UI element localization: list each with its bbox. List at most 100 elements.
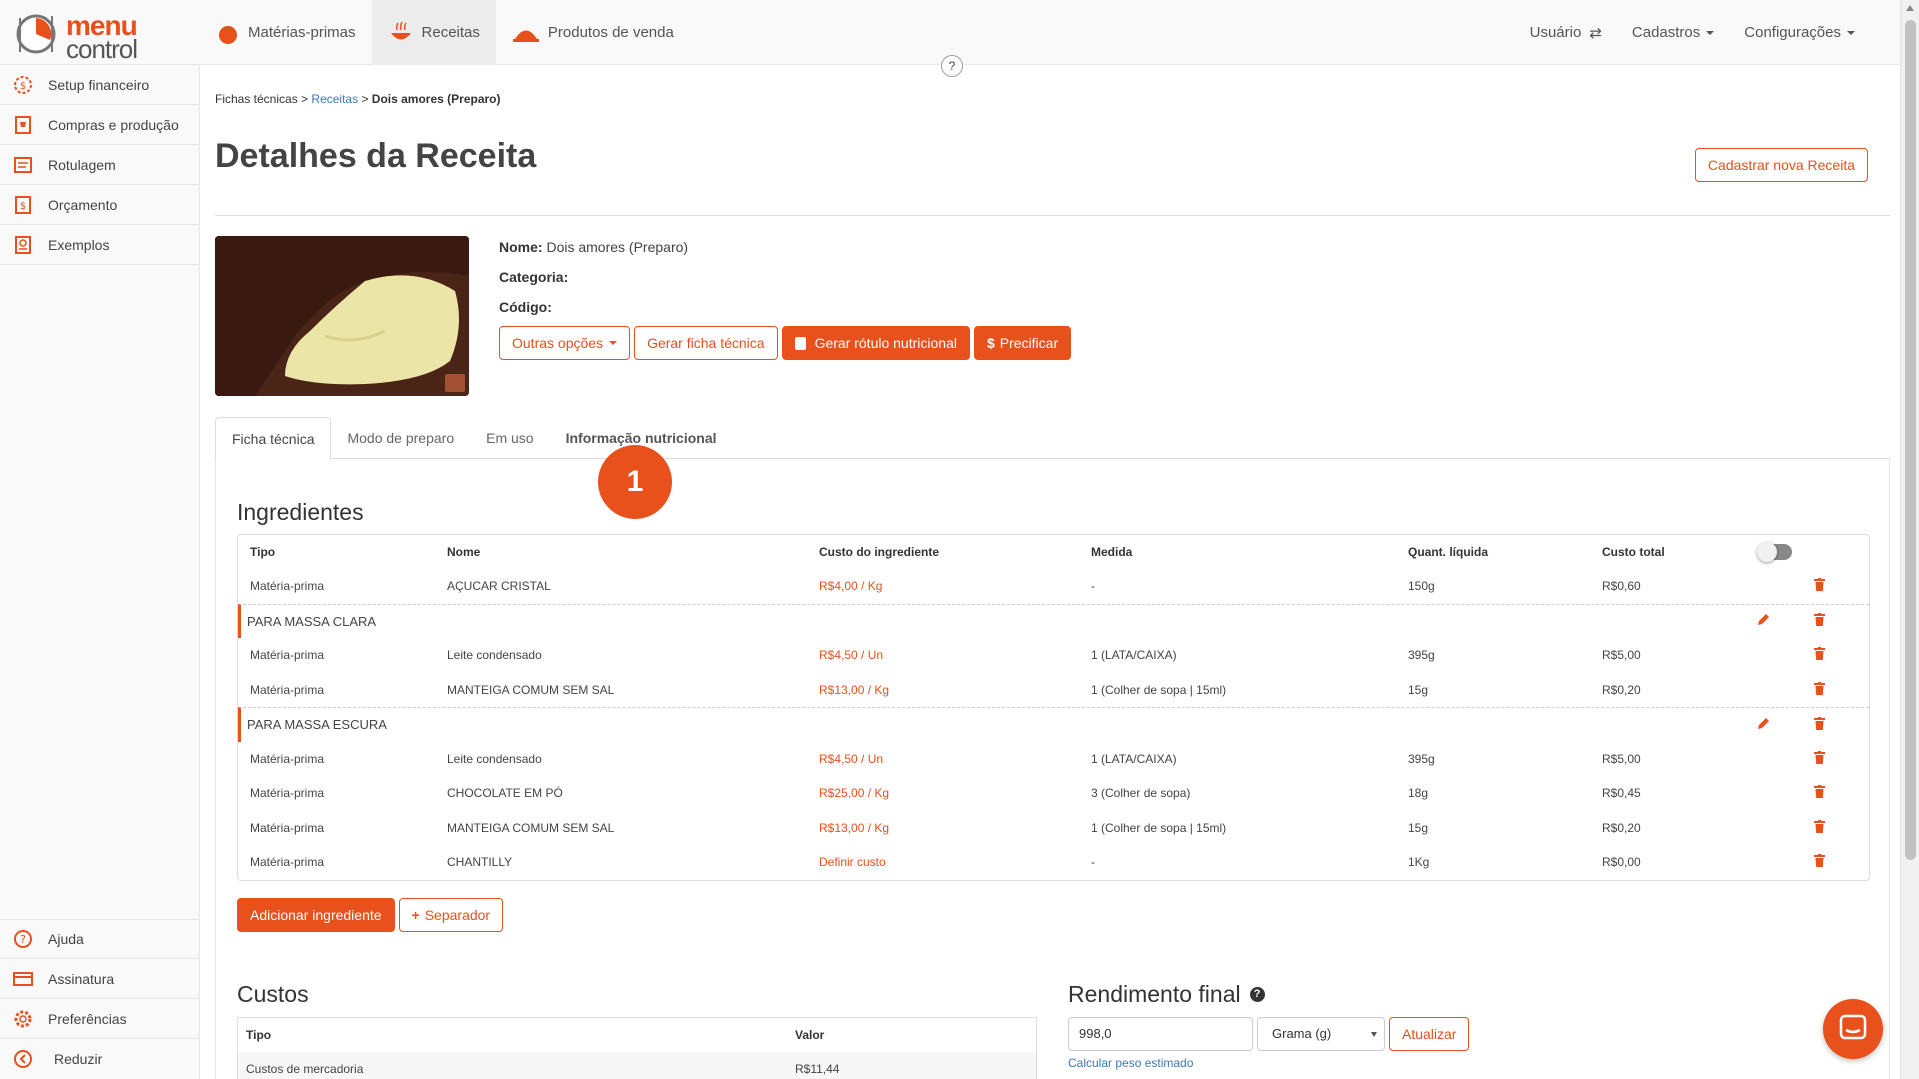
delete-ingredient-button[interactable] [1814,681,1825,698]
table-header: Tipo Nome Custo do ingrediente Medida Qu… [238,535,1869,569]
nav-produtos-de-venda[interactable]: Produtos de venda [496,0,690,65]
nav-materias-primas[interactable]: Matérias-primas [200,0,372,65]
breadcrumb: Fichas técnicas > Receitas > Dois amores… [215,92,501,106]
sidebar-item-rotulagem[interactable]: Rotulagem [0,145,199,185]
scroll-up-icon [1906,5,1914,11]
chat-button[interactable] [1823,999,1883,1059]
select-caret-icon [1371,1032,1377,1037]
sidebar-item-reduzir[interactable]: Reduzir [0,1039,200,1079]
trash-icon [1814,716,1825,730]
refresh-icon: ⇄ [1589,24,1602,42]
book-icon [15,235,31,254]
table-row: Matéria-prima CHANTILLY Definir custo -1Kg R… [238,845,1869,880]
delete-separator-button[interactable] [1814,716,1825,733]
pot-icon [390,21,411,39]
tab-modo-de-preparo[interactable]: Modo de preparo [331,417,470,459]
ingredient-cost-link[interactable]: R$4,50 / Un [819,752,883,766]
table-row: Matéria-prima AÇUCAR CRISTAL R$4,00 / Kg -1… [238,569,1869,604]
view-toggle[interactable] [1757,542,1792,562]
sidebar: $ Setup financeiro Compras e produção Ro… [0,65,200,1079]
divider [215,215,1890,216]
yield-unit-select[interactable]: Grama (g) [1257,1017,1385,1051]
trash-icon [1814,785,1825,799]
ingredient-cost-link[interactable]: R$25,00 / Kg [819,786,889,800]
help-icon[interactable]: ? [1249,987,1265,1002]
cadastros-menu[interactable]: Cadastros [1617,24,1729,41]
caret-down-icon [1847,30,1855,35]
new-recipe-button[interactable]: Cadastrar nova Receita [1694,148,1868,182]
ingredient-add-actions: Adicionar ingrediente + Separador [237,898,504,932]
caret-down-icon [1706,30,1715,35]
scroll-thumb[interactable] [1905,20,1916,860]
trash-icon [1814,854,1825,868]
sidebar-item-ajuda[interactable]: ? Ajuda [0,919,200,959]
delete-ingredient-button[interactable] [1814,854,1825,870]
ingredients-title: Ingredientes [237,499,364,525]
user-menu[interactable]: Usuário ⇄ [1515,24,1617,42]
breadcrumb-current: Dois amores (Preparo) [371,92,501,106]
help-button[interactable]: ? [941,55,963,77]
recipe-code-label: Código: [499,299,552,315]
generate-label-button[interactable]: Gerar rótulo nutricional [781,326,970,360]
trash-icon [1814,819,1825,833]
page-scrollbar[interactable] [1900,0,1919,1079]
help-icon: ? [14,930,32,948]
sidebar-item-assinatura[interactable]: Assinatura [0,959,200,999]
logo[interactable]: menu control [14,12,164,62]
trash-icon [1814,578,1825,592]
add-ingredient-button[interactable]: Adicionar ingrediente [237,898,395,932]
yield-form: 998,0 Grama (g) Atualizar [1068,1017,1470,1051]
card-icon [13,971,33,986]
cloche-icon [512,30,539,42]
price-button[interactable]: $ Precificar [973,326,1072,360]
sidebar-item-compras-e-producao[interactable]: Compras e produção [0,105,199,145]
configuracoes-menu[interactable]: Configurações [1729,24,1900,41]
ingredient-cost-link[interactable]: Definir custo [819,855,886,869]
trash-icon [1814,750,1825,764]
sidebar-item-orcamento[interactable]: $ Orçamento [0,185,199,225]
nav-receitas[interactable]: Receitas [371,0,496,65]
delete-ingredient-button[interactable] [1814,647,1825,663]
costs-header: Tipo Valor [246,1028,825,1042]
breadcrumb-receitas[interactable]: Receitas [311,92,358,106]
recipe-photo[interactable] [215,236,469,396]
sidebar-item-exemplos[interactable]: Exemplos [0,225,199,265]
trash-icon [1814,613,1825,627]
gear-dollar-icon: $ [14,75,32,94]
breadcrumb-fichas[interactable]: Fichas técnicas [215,92,298,106]
ingredient-cost-link[interactable]: R$13,00 / Kg [819,683,889,697]
calculator-icon [794,336,806,350]
gear-icon [14,1010,32,1027]
costs-title: Custos [237,981,309,1007]
svg-text:$: $ [20,81,26,92]
generate-sheet-button[interactable]: Gerar ficha técnica [634,326,778,360]
delete-ingredient-button[interactable] [1814,819,1825,836]
update-yield-button[interactable]: Atualizar [1389,1017,1470,1051]
add-separator-button[interactable]: + Separador [398,898,504,932]
table-row: Matéria-prima Leite condensado R$4,50 / Un… [238,742,1869,777]
estimate-weight-link[interactable]: Calcular peso estimado [1068,1056,1193,1070]
yield-input[interactable]: 998,0 [1068,1017,1253,1051]
table-row: Matéria-prima CHOCOLATE EM PÓ R$25,00 / Kg… [238,776,1869,811]
delete-separator-button[interactable] [1814,613,1825,629]
ingredient-cost-link[interactable]: R$13,00 / Kg [819,821,889,835]
ingredients-body: Matéria-prima AÇUCAR CRISTAL R$4,00 / Kg -1… [238,569,1869,880]
nav-label: Produtos de venda [547,24,674,41]
svg-text:$: $ [20,201,26,212]
ingredient-cost-link[interactable]: R$4,00 / Kg [819,579,882,593]
sidebar-item-setup-financeiro[interactable]: $ Setup financeiro [0,65,199,105]
recipe-tabs: Ficha técnica Modo de preparo Em uso Inf… [215,417,1890,460]
ingredient-cost-link[interactable]: R$4,50 / Un [819,648,883,662]
tab-em-uso[interactable]: Em uso [470,417,549,459]
tab-ficha-tecnica[interactable]: Ficha técnica [215,417,332,460]
delete-ingredient-button[interactable] [1814,785,1825,801]
caret-down-icon [609,341,618,345]
sidebar-item-preferencias[interactable]: Preferências [0,999,200,1039]
delete-ingredient-button[interactable] [1814,750,1825,767]
shopping-cart-icon [15,115,31,134]
edit-separator-button[interactable] [1757,717,1770,733]
more-options-button[interactable]: Outras opções [499,326,631,360]
delete-ingredient-button[interactable] [1814,578,1825,594]
dollar-icon: $ [986,335,995,351]
edit-separator-button[interactable] [1757,613,1770,629]
